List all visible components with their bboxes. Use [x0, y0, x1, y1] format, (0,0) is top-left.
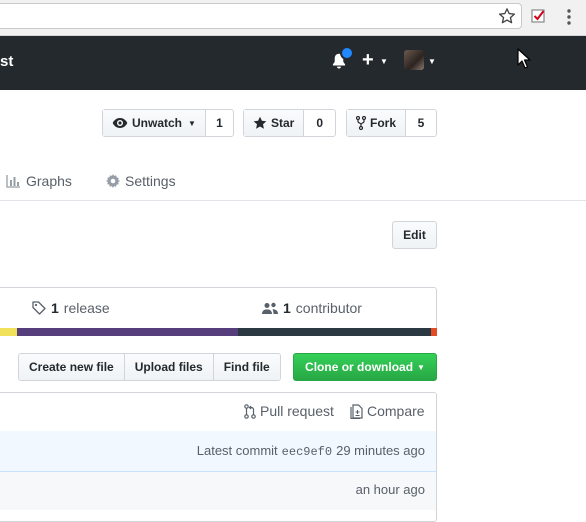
tab-label: Graphs [26, 173, 72, 189]
checklist-extension-icon[interactable] [531, 8, 547, 24]
unwatch-label: Unwatch [132, 116, 183, 130]
stargazers-count[interactable]: 0 [304, 110, 335, 136]
file-table: Pull request Compare Latest commit eec9e… [0, 392, 437, 522]
tabs-divider [0, 200, 586, 201]
tag-icon [32, 301, 46, 315]
clone-label: Clone or download [305, 360, 414, 374]
fork-icon [356, 116, 366, 130]
language-bar[interactable] [0, 328, 437, 336]
forks-count[interactable]: 5 [406, 110, 436, 136]
star-button[interactable]: Star [244, 110, 305, 136]
fork-label: Fork [370, 116, 397, 130]
edit-button[interactable]: Edit [392, 221, 437, 249]
people-icon [262, 302, 278, 315]
star-icon [253, 116, 267, 130]
tab-settings[interactable]: Settings [106, 173, 176, 189]
avatar[interactable] [404, 50, 424, 70]
file-age: an hour ago [355, 482, 425, 497]
graph-icon [6, 174, 21, 188]
upload-files-button[interactable]: Upload files [124, 354, 214, 380]
compare-label: Compare [367, 403, 425, 419]
gear-icon [106, 174, 120, 188]
language-segment [17, 328, 238, 336]
compare-link[interactable]: Compare [350, 403, 425, 419]
watchers-count[interactable]: 1 [206, 110, 233, 136]
language-segment [431, 328, 437, 336]
find-file-button[interactable]: Find file [213, 354, 280, 380]
pull-request-link[interactable]: Pull request [244, 403, 334, 419]
table-row[interactable]: an hour ago [0, 472, 436, 510]
language-segment [238, 328, 431, 336]
kebab-menu-icon[interactable] [566, 8, 572, 26]
fork-button-group: Fork 5 [346, 109, 437, 137]
mouse-cursor-icon [517, 48, 531, 70]
chevron-down-icon: ▼ [428, 57, 436, 66]
file-actions-group: Create new file Upload files Find file [18, 353, 281, 381]
watch-button-group: Unwatch ▼ 1 [102, 109, 234, 137]
releases-count: 1 [51, 300, 59, 316]
diff-icon [350, 403, 363, 419]
contributors-label: contributor [295, 300, 362, 316]
git-pull-request-icon [244, 403, 256, 419]
contributors-link[interactable]: 1 contributor [262, 300, 362, 316]
create-new-file-button[interactable]: Create new file [19, 354, 125, 380]
eye-icon [112, 117, 128, 129]
commit-sha-link[interactable]: eec9ef0 [282, 445, 332, 459]
chevron-down-icon: ▼ [188, 118, 196, 128]
language-segment [0, 328, 17, 336]
bookmark-star-icon[interactable] [498, 7, 516, 25]
chevron-down-icon: ▼ [380, 57, 388, 66]
address-bar[interactable] [0, 3, 522, 29]
latest-commit-info: Latest commit eec9ef0 29 minutes ago [197, 443, 425, 459]
commit-age: 29 minutes ago [336, 443, 425, 458]
releases-link[interactable]: 1 release [32, 300, 110, 316]
tab-label: Settings [125, 173, 176, 189]
latest-commit-prefix: Latest commit [196, 443, 278, 458]
star-label: Star [271, 116, 295, 130]
star-button-group: Star 0 [243, 109, 336, 137]
file-table-header: Pull request Compare [0, 393, 436, 432]
pull-request-label: Pull request [260, 403, 334, 419]
new-menu-button[interactable]: + [362, 50, 374, 70]
contributors-count: 1 [283, 300, 291, 316]
header-nav-fragment[interactable]: st [0, 54, 13, 70]
latest-commit-row: Latest commit eec9ef0 29 minutes ago [0, 431, 436, 472]
chevron-down-icon: ▼ [417, 362, 425, 372]
clone-or-download-button[interactable]: Clone or download ▼ [293, 353, 437, 381]
releases-label: release [63, 300, 110, 316]
unwatch-button[interactable]: Unwatch ▼ [103, 110, 206, 136]
unread-notification-dot [340, 46, 354, 60]
tab-graphs[interactable]: Graphs [6, 173, 72, 189]
fork-button[interactable]: Fork [347, 110, 407, 136]
site-header [0, 36, 586, 90]
